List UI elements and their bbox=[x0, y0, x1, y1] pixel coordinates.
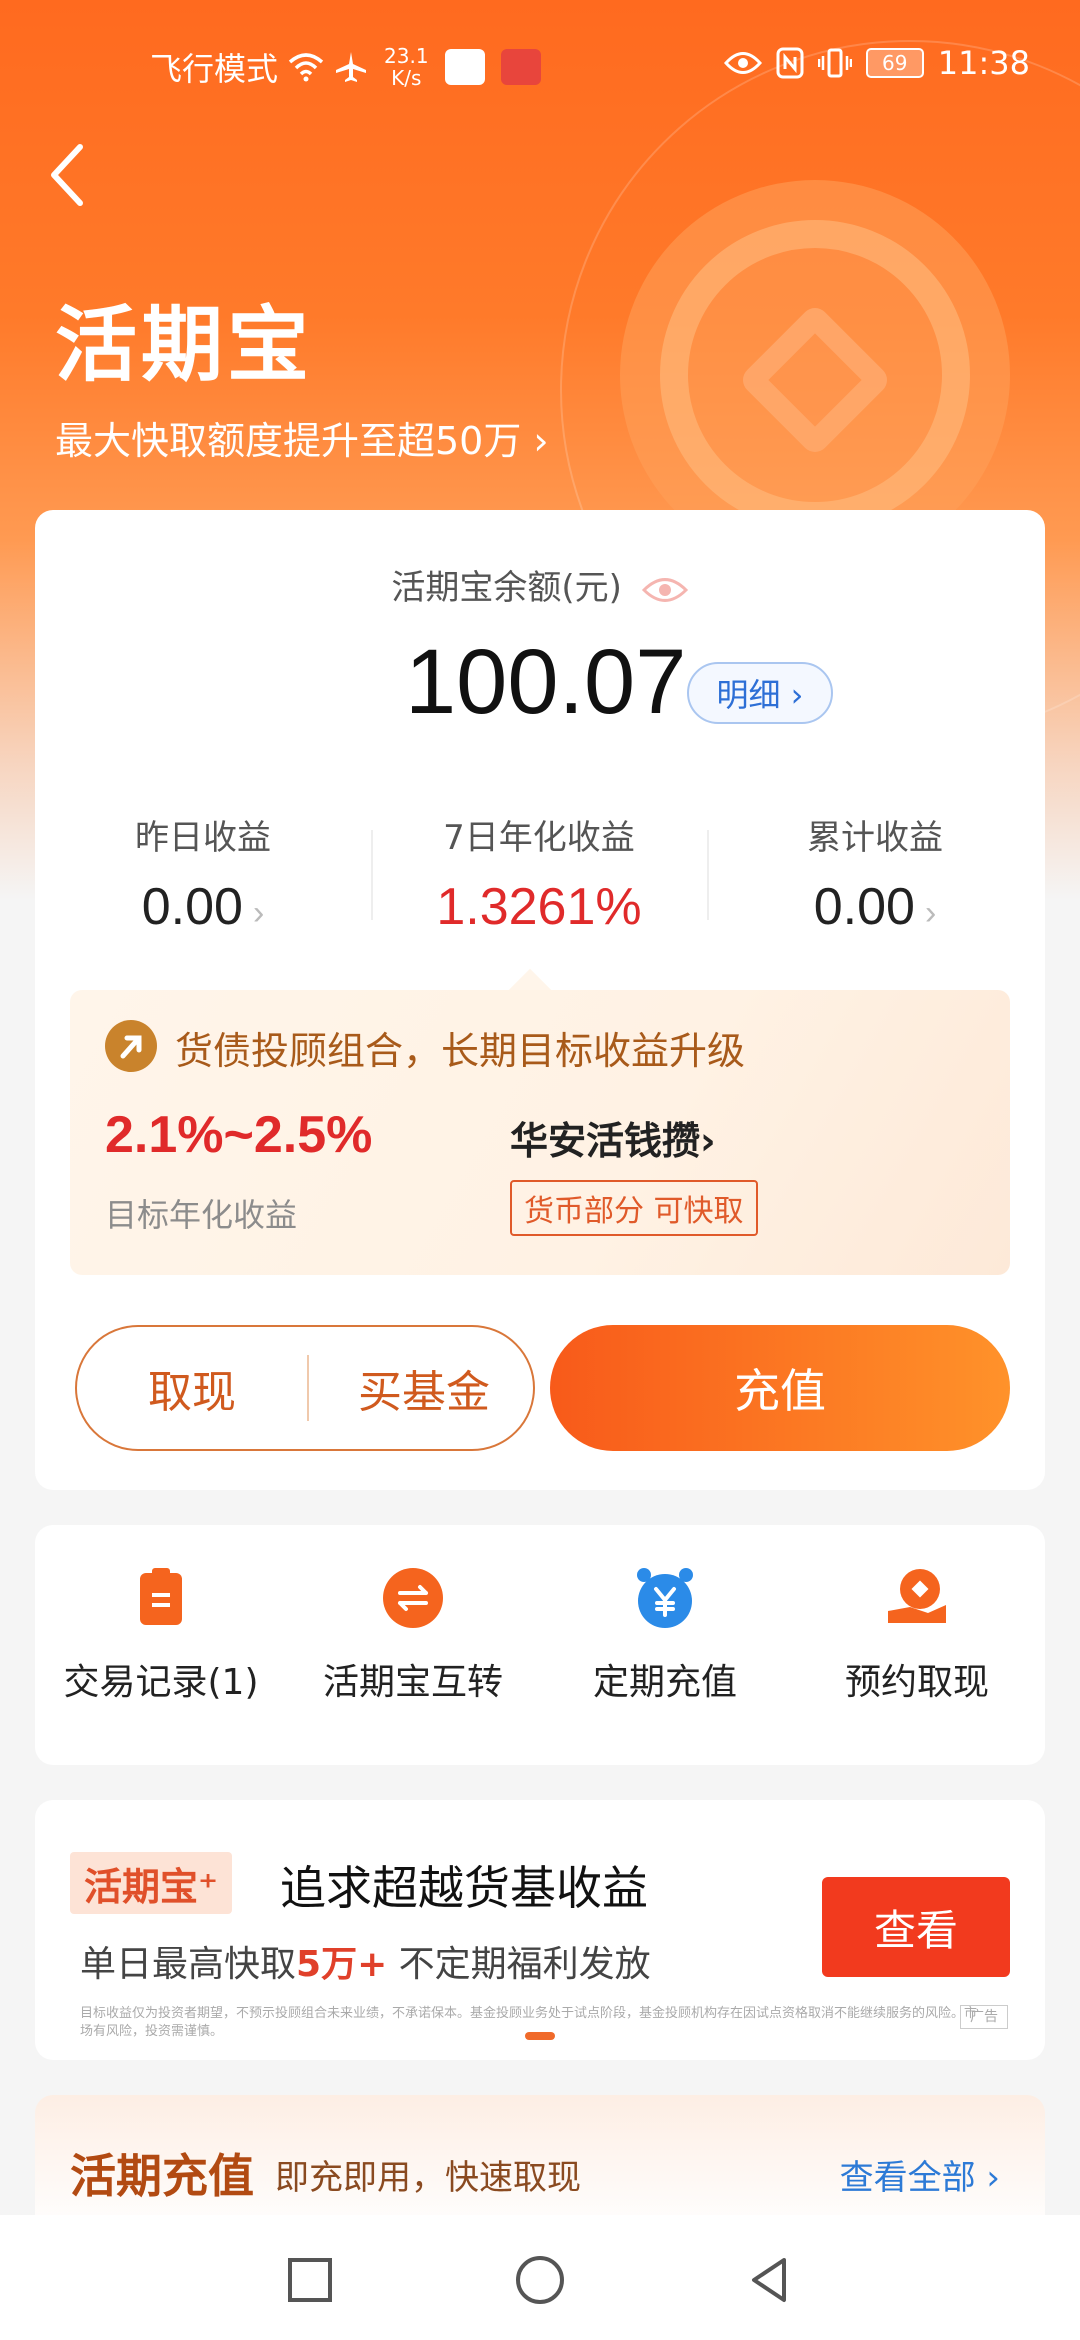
balance-label: 活期宝余额(元) bbox=[391, 568, 622, 608]
quick-withdraw-tag: 货币部分 可快取 bbox=[510, 1180, 758, 1236]
action-label: 活期宝互转 bbox=[322, 1662, 503, 1703]
stat-cumulative[interactable]: 累计收益 0.00 › bbox=[707, 810, 1043, 937]
home-circle-icon[interactable] bbox=[510, 2250, 570, 2310]
fund-name-link[interactable]: 华安活钱攒› bbox=[510, 1110, 716, 1165]
stat-label: 昨日收益 bbox=[135, 818, 271, 858]
portfolio-promo[interactable]: 货债投顾组合，长期目标收益升级 2.1%~2.5% 目标年化收益 华安活钱攒› … bbox=[70, 990, 1010, 1275]
action-transaction-records[interactable]: 交易记录(1) bbox=[35, 1565, 287, 1705]
chevron-right-icon: › bbox=[252, 894, 265, 932]
ad-sub-highlight: 5万+ bbox=[296, 1944, 388, 1985]
promo-headline: 货债投顾组合，长期目标收益升级 bbox=[175, 1029, 746, 1073]
balance-amount: 100.07 bbox=[405, 631, 687, 733]
withdraw-button[interactable]: 取现 bbox=[77, 1327, 307, 1449]
action-scheduled-withdraw[interactable]: 预约取现 bbox=[791, 1565, 1043, 1705]
stat-divider bbox=[707, 830, 709, 920]
action-transfer[interactable]: 活期宝互转 bbox=[287, 1565, 539, 1705]
page-title: 活期宝 bbox=[55, 298, 314, 393]
speed-value: 23.1 bbox=[384, 44, 429, 68]
chevron-right-icon: › bbox=[924, 894, 937, 932]
action-scheduled-charge[interactable]: 定期充值 bbox=[539, 1565, 791, 1705]
airplane-icon bbox=[336, 52, 367, 82]
action-label: 交易记录(1) bbox=[63, 1662, 259, 1703]
ad-tag: 广告 bbox=[960, 2005, 1008, 2029]
buy-fund-button[interactable]: 买基金 bbox=[309, 1327, 539, 1449]
stat-divider bbox=[371, 830, 373, 920]
earnings-stats: 昨日收益 0.00 › 7日年化收益 1.3261% 累计收益 0.00 › bbox=[35, 810, 1045, 940]
yesterday-earnings-value: 0.00 bbox=[141, 878, 243, 936]
section-subtitle: 即充即用，快速取现 bbox=[275, 2158, 581, 2198]
clock: 11:38 bbox=[937, 44, 1030, 82]
stat-label: 7日年化收益 bbox=[443, 818, 635, 858]
recents-square-icon[interactable] bbox=[280, 2250, 340, 2310]
stat-label: 累计收益 bbox=[807, 818, 943, 858]
balance-label-row: 活期宝余额(元) bbox=[35, 560, 1045, 609]
status-bar: 飞行模式 23.1 K/s 69 11:38 bbox=[0, 0, 1080, 130]
alarm-yen-icon bbox=[637, 1568, 693, 1628]
action-label: 预约取现 bbox=[844, 1662, 989, 1703]
ad-banner-card[interactable]: 活期宝⁺ 追求超越货基收益 单日最高快取5万+ 不定期福利发放 查看 目标收益仅… bbox=[35, 1800, 1045, 2060]
clipboard-icon bbox=[140, 1568, 182, 1625]
detail-button[interactable]: 明细 › bbox=[687, 662, 833, 724]
stat-value: 1.3261% bbox=[436, 878, 642, 936]
stat-7day-yield: 7日年化收益 1.3261% bbox=[371, 810, 707, 937]
ad-sub-prefix: 单日最高快取 bbox=[80, 1944, 297, 1985]
quick-actions-card: 交易记录(1) 活期宝互转 定期充值 预约取现 bbox=[35, 1525, 1045, 1765]
target-rate-label: 目标年化收益 bbox=[105, 1196, 298, 1234]
back-triangle-icon[interactable] bbox=[740, 2250, 800, 2310]
stat-yesterday[interactable]: 昨日收益 0.00 › bbox=[35, 810, 371, 937]
withdraw-buy-group: 取现 买基金 bbox=[75, 1325, 535, 1451]
eye-toggle-icon[interactable] bbox=[641, 575, 689, 605]
current-charge-section: 活期充值 即充即用，快速取现 查看全部 › bbox=[35, 2095, 1045, 2235]
action-label: 定期充值 bbox=[592, 1662, 737, 1703]
back-arrow-icon bbox=[51, 144, 83, 206]
hand-coin-icon bbox=[888, 1569, 946, 1623]
back-button[interactable] bbox=[40, 135, 100, 215]
ad-sub-suffix: 不定期福利发放 bbox=[387, 1944, 651, 1985]
carousel-indicator bbox=[525, 2032, 555, 2040]
quota-banner-link[interactable]: 最大快取额度提升至超50万 › bbox=[55, 410, 549, 465]
view-all-link[interactable]: 查看全部 › bbox=[840, 2150, 1000, 2199]
charge-button[interactable]: 充值 bbox=[550, 1325, 1010, 1451]
stat-value: 0.00 › bbox=[707, 877, 1043, 937]
upgrade-arrow-icon bbox=[105, 1020, 157, 1072]
swap-icon bbox=[383, 1568, 443, 1628]
speed-unit: K/s bbox=[391, 66, 422, 90]
ad-subtitle: 单日最高快取5万+ 不定期福利发放 bbox=[80, 1935, 651, 1987]
stat-value: 0.00 › bbox=[35, 877, 371, 937]
system-nav-bar bbox=[0, 2215, 1080, 2340]
app-notification-icon bbox=[444, 49, 485, 85]
ad-title: 追求超越货基收益 bbox=[280, 1861, 648, 1915]
product-badge: 活期宝⁺ bbox=[70, 1852, 233, 1914]
fund-app-notification-icon bbox=[500, 49, 541, 85]
airplane-mode-label: 飞行模式 bbox=[150, 50, 279, 88]
network-speed: 23.1 K/s bbox=[384, 45, 429, 89]
cumulative-earnings-value: 0.00 bbox=[813, 878, 915, 936]
eye-comfort-icon bbox=[723, 52, 762, 74]
nfc-icon bbox=[776, 47, 804, 79]
balance-card: 活期宝余额(元) 100.07 明细 › 昨日收益 0.00 › 7日年化收益 1… bbox=[35, 510, 1045, 1490]
vibrate-icon bbox=[817, 48, 852, 78]
battery-indicator: 69 bbox=[865, 48, 924, 78]
section-title: 活期充值 bbox=[70, 2149, 254, 2203]
target-rate: 2.1%~2.5% bbox=[105, 1106, 373, 1164]
view-button[interactable]: 查看 bbox=[822, 1877, 1010, 1977]
wifi-icon bbox=[288, 53, 324, 82]
